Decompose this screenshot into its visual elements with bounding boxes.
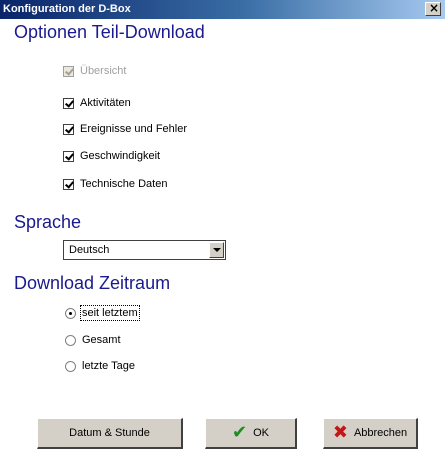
checkbox-aktivitaeten-box[interactable] xyxy=(63,97,74,109)
checkbox-geschwindigkeit-label[interactable]: Geschwindigkeit xyxy=(80,150,160,162)
checkbox-ereignisse-box[interactable] xyxy=(63,123,74,135)
radio-gesamt-circle[interactable] xyxy=(65,334,76,346)
radio-seit-letztem-circle[interactable] xyxy=(65,307,76,319)
section-title-zeitraum: Download Zeitraum xyxy=(14,273,171,293)
abbrechen-button[interactable]: ✖ Abbrechen xyxy=(323,418,418,449)
checkbox-geschwindigkeit-box[interactable] xyxy=(63,150,74,162)
chevron-down-icon[interactable] xyxy=(209,242,224,258)
radio-seit-letztem-label[interactable]: seit letztem xyxy=(80,305,140,321)
checkbox-technische-daten-box[interactable] xyxy=(63,178,74,190)
radio-letzte-tage-circle[interactable] xyxy=(65,360,76,372)
ok-label: OK xyxy=(253,427,269,439)
config-dialog: Konfiguration der D-Box × Optionen Teil-… xyxy=(0,0,445,458)
checkbox-ereignisse[interactable]: Ereignisse und Fehler xyxy=(63,122,187,136)
radio-letzte-tage[interactable]: letzte Tage xyxy=(65,359,135,373)
close-button[interactable]: × xyxy=(425,1,441,16)
abbrechen-label: Abbrechen xyxy=(353,427,408,439)
window-title: Konfiguration der D-Box xyxy=(3,3,131,15)
checkbox-technische-daten-label[interactable]: Technische Daten xyxy=(80,178,167,190)
checkbox-technische-daten[interactable]: Technische Daten xyxy=(63,177,167,191)
language-select-value: Deutsch xyxy=(69,244,110,256)
title-bar: Konfiguration der D-Box × xyxy=(0,0,445,19)
checkbox-aktivitaeten-label[interactable]: Aktivitäten xyxy=(80,97,131,109)
checkbox-uebersicht-label: Übersicht xyxy=(80,65,127,77)
checkbox-uebersicht: Übersicht xyxy=(63,64,126,78)
checkbox-uebersicht-box xyxy=(63,65,74,77)
checkbox-ereignisse-label[interactable]: Ereignisse und Fehler xyxy=(80,123,187,135)
checkbox-geschwindigkeit[interactable]: Geschwindigkeit xyxy=(63,149,160,163)
datum-stunde-button[interactable]: Datum & Stunde xyxy=(37,418,183,449)
close-icon: × xyxy=(429,1,440,15)
language-select[interactable]: Deutsch xyxy=(63,240,226,260)
checkbox-aktivitaeten[interactable]: Aktivitäten xyxy=(63,96,131,110)
datum-stunde-label: Datum & Stunde xyxy=(69,427,150,439)
section-title-sprache: Sprache xyxy=(14,212,82,232)
section-title-teil-download: Optionen Teil-Download xyxy=(14,22,205,42)
check-icon: ✔ xyxy=(232,422,248,443)
ok-button[interactable]: ✔ OK xyxy=(205,418,297,449)
radio-letzte-tage-label[interactable]: letzte Tage xyxy=(82,360,135,372)
radio-seit-letztem[interactable]: seit letztem xyxy=(65,305,140,321)
x-icon: ✖ xyxy=(332,422,348,443)
radio-gesamt[interactable]: Gesamt xyxy=(65,333,121,347)
radio-gesamt-label[interactable]: Gesamt xyxy=(82,334,121,346)
